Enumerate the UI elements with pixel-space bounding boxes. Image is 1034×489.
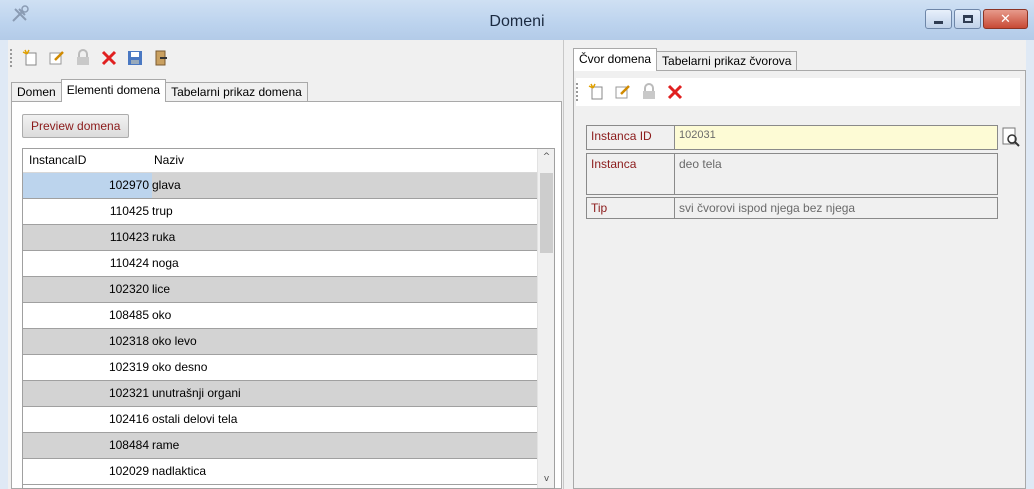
cell-naziv[interactable]: ruka <box>152 225 532 250</box>
table-row[interactable]: 102029 nadlaktica <box>23 459 554 485</box>
left-toolbar <box>10 44 171 72</box>
title-bar: Domeni ✕ <box>0 0 1034 40</box>
save-icon[interactable] <box>125 48 145 68</box>
scroll-thumb[interactable] <box>540 173 553 253</box>
cell-instancaid[interactable]: 110425 <box>23 199 152 224</box>
tip-label: Tip <box>586 197 674 219</box>
cell-naziv[interactable]: unutrašnji organi <box>152 381 532 406</box>
tab-tabelarni-prikaz-domena[interactable]: Tabelarni prikaz domena <box>165 82 308 102</box>
cell-naziv[interactable]: oko <box>152 303 532 328</box>
minimize-button[interactable] <box>925 9 952 29</box>
minimize-icon <box>934 20 943 24</box>
cell-naziv[interactable]: nadlaktica <box>152 459 532 484</box>
cell-instancaid[interactable]: 102416 <box>23 407 152 432</box>
cell-instancaid[interactable]: 102321 <box>23 381 152 406</box>
cell-naziv[interactable]: ostali delovi tela <box>152 407 532 432</box>
cell-instancaid[interactable]: 108485 <box>23 303 152 328</box>
close-icon: ✕ <box>1000 11 1011 27</box>
close-button[interactable]: ✕ <box>983 9 1028 29</box>
new-icon[interactable] <box>21 48 41 68</box>
cell-instancaid[interactable]: 110424 <box>23 251 152 276</box>
table-row[interactable]: 102416 ostali delovi tela <box>23 407 554 433</box>
table-row[interactable]: 108485 oko <box>23 303 554 329</box>
cell-instancaid[interactable]: 108484 <box>23 433 152 458</box>
tab-elementi-domena[interactable]: Elementi domena <box>60 79 167 102</box>
tip-field[interactable]: svi čvorovi ispod njega bez njega <box>674 197 998 219</box>
table-row[interactable]: 108484 rame <box>23 433 554 459</box>
table-row[interactable]: 110425 trup <box>23 199 554 225</box>
cell-naziv[interactable]: oko levo <box>152 329 532 354</box>
domain-elements-grid: InstancaID Naziv 102970 glava 110425 trup 11… <box>22 148 555 489</box>
client-area: Domen Elementi domena Tabelarni prikaz d… <box>8 40 1026 489</box>
cell-instancaid[interactable]: 102319 <box>23 355 152 380</box>
tab-cvor-domena[interactable]: Čvor domena <box>573 48 658 71</box>
toolbar-grip[interactable] <box>10 49 13 67</box>
cell-instancaid[interactable]: 102029 <box>23 459 152 484</box>
maximize-icon <box>962 15 973 23</box>
left-tabs: Domen Elementi domena Tabelarni prikaz d… <box>11 79 308 102</box>
maximize-button[interactable] <box>954 9 981 29</box>
scroll-down-icon[interactable]: v <box>538 471 554 488</box>
right-tabs: Čvor domena Tabelarni prikaz čvorova <box>573 48 798 71</box>
cell-instancaid[interactable]: 110423 <box>23 225 152 250</box>
instanca-field[interactable]: deo tela <box>674 153 998 195</box>
edit-icon[interactable] <box>613 82 633 102</box>
lock-icon[interactable] <box>73 48 93 68</box>
cell-naziv[interactable]: lice <box>152 277 532 302</box>
cell-naziv[interactable]: noga <box>152 251 532 276</box>
table-row[interactable]: 110424 noga <box>23 251 554 277</box>
cell-naziv[interactable]: oko desno <box>152 355 532 380</box>
table-row[interactable]: 110423 ruka <box>23 225 554 251</box>
scroll-up-icon[interactable]: ^ <box>538 149 554 166</box>
cell-naziv[interactable]: rame <box>152 433 532 458</box>
pane-splitter[interactable] <box>563 40 571 489</box>
instanca-id-field[interactable]: 102031 <box>674 125 998 150</box>
instanca-id-label: Instanca ID <box>586 125 674 150</box>
window-title: Domeni <box>489 13 545 30</box>
lock-icon[interactable] <box>639 82 659 102</box>
lookup-icon[interactable] <box>1002 127 1020 147</box>
cell-naziv[interactable]: glava <box>152 173 532 198</box>
table-row[interactable]: 102318 oko levo <box>23 329 554 355</box>
delete-icon[interactable] <box>665 82 685 102</box>
table-row[interactable]: 102320 lice <box>23 277 554 303</box>
grid-header: InstancaID Naziv <box>23 149 554 173</box>
tab-tabelarni-prikaz-cvorova[interactable]: Tabelarni prikaz čvorova <box>656 51 798 71</box>
edit-icon[interactable] <box>47 48 67 68</box>
cell-instancaid[interactable]: 102970 <box>23 173 152 198</box>
cell-instancaid[interactable]: 102318 <box>23 329 152 354</box>
table-row[interactable]: 102321 unutrašnji organi <box>23 381 554 407</box>
grid-rows: 102970 glava 110425 trup 110423 ruka 110424 nog… <box>23 173 554 485</box>
vertical-scrollbar[interactable]: ^ v <box>537 149 554 488</box>
toolbar-grip[interactable] <box>576 83 579 101</box>
table-row[interactable]: 102970 glava <box>23 173 554 199</box>
cell-instancaid[interactable]: 102320 <box>23 277 152 302</box>
preview-domena-button[interactable]: Preview domena <box>22 114 130 138</box>
right-toolbar <box>576 78 1020 106</box>
cell-naziv[interactable]: trup <box>152 199 532 224</box>
table-row[interactable]: 102319 oko desno <box>23 355 554 381</box>
column-header-instancaid[interactable]: InstancaID <box>23 149 152 172</box>
exit-icon[interactable] <box>151 48 171 68</box>
new-icon[interactable] <box>587 82 607 102</box>
column-header-naziv[interactable]: Naziv <box>152 149 532 172</box>
instanca-label: Instanca <box>586 153 674 195</box>
tab-domen[interactable]: Domen <box>11 82 62 102</box>
delete-icon[interactable] <box>99 48 119 68</box>
